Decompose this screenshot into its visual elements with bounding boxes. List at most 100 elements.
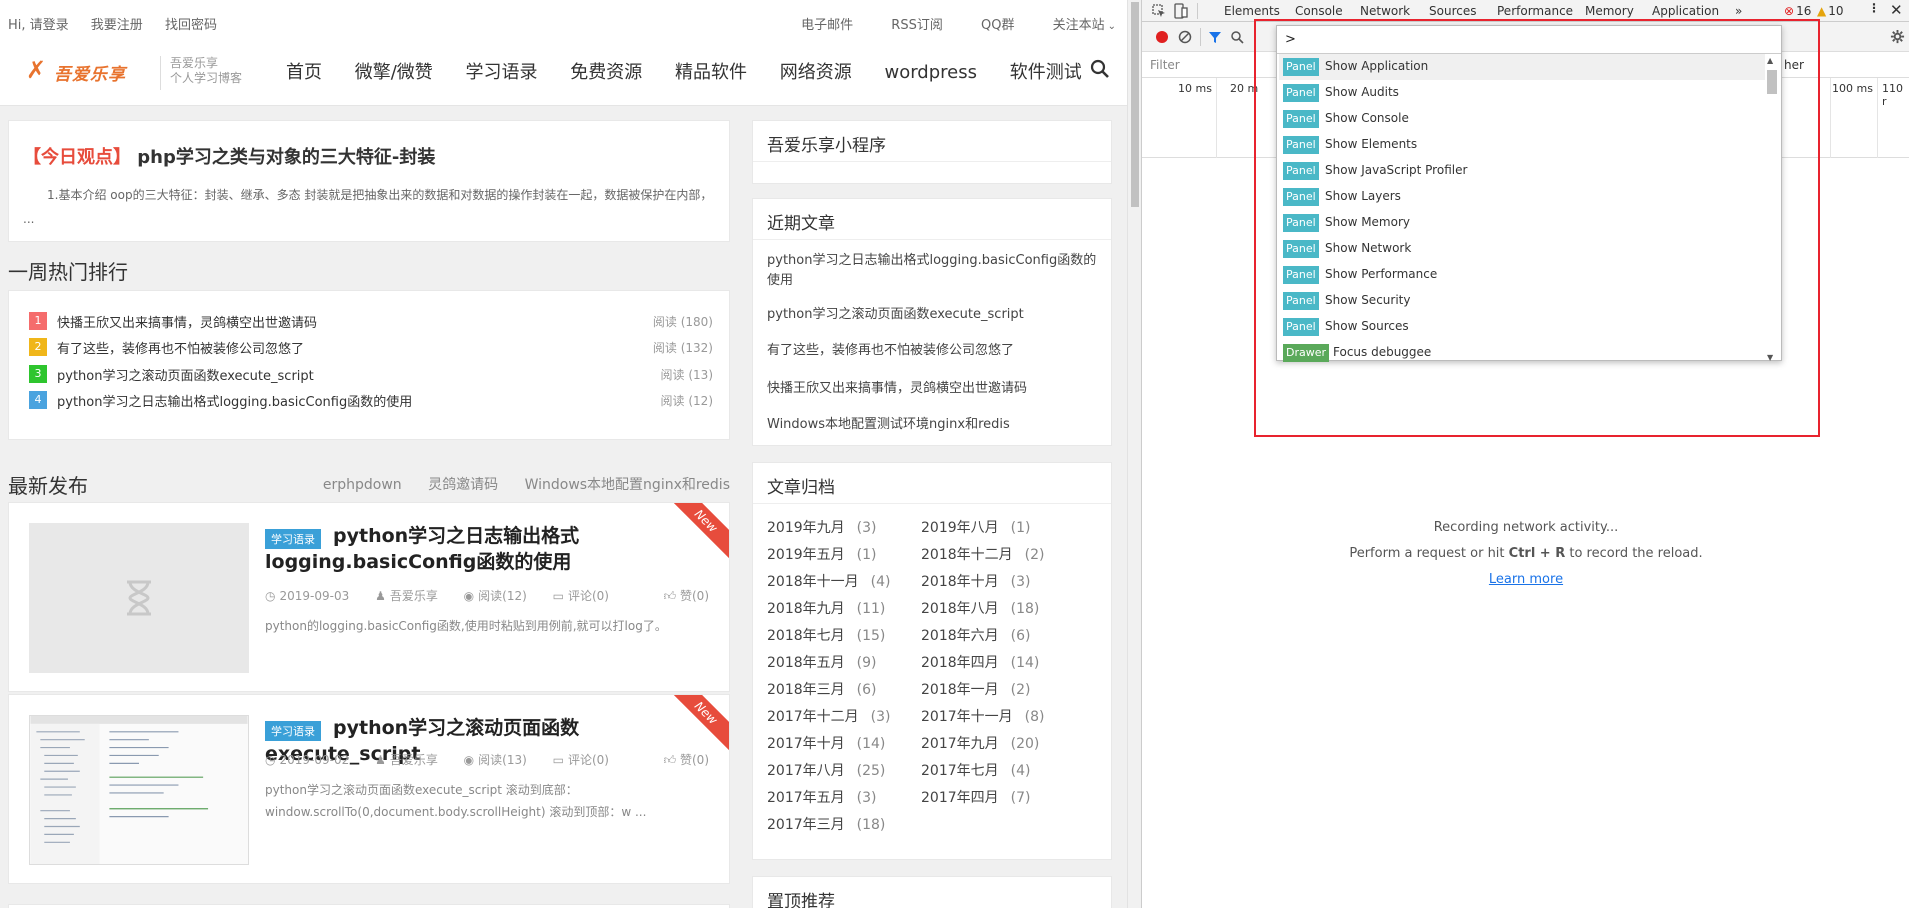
error-count-value: 16	[1796, 4, 1812, 18]
archive-count: (20)	[1010, 736, 1040, 752]
widget-title: 文章归档	[767, 478, 835, 498]
more-tabs-button[interactable]: »	[1735, 4, 1742, 18]
nav-item-wordpress[interactable]: wordpress	[884, 62, 977, 83]
post-category-badge[interactable]: 学习语录	[265, 721, 321, 741]
recent-post-link[interactable]: Windows本地配置测试环境nginx和redis	[767, 415, 1099, 435]
recent-post-link[interactable]: python学习之滚动页面函数execute_script	[767, 305, 1099, 325]
nav-item-software[interactable]: 精品软件	[675, 62, 747, 83]
archive-item[interactable]: 2018年十一月 (4)	[767, 571, 890, 591]
archive-item[interactable]: 2018年五月 (9)	[767, 652, 876, 672]
archive-item[interactable]: 2019年九月 (3)	[767, 517, 876, 537]
rss-link[interactable]: RSS订阅	[891, 18, 943, 33]
archive-item[interactable]: 2018年十月 (3)	[921, 571, 1030, 591]
tab-console[interactable]: Console	[1295, 4, 1343, 18]
post-author[interactable]: 吾爱乐享	[390, 589, 438, 603]
archive-item[interactable]: 2018年八月 (18)	[921, 598, 1039, 618]
list-item[interactable]: 2 有了这些，装修再也不怕被装修公司忽悠了 阅读 (132)	[29, 337, 713, 357]
tab-sources[interactable]: Sources	[1429, 4, 1476, 18]
filter-input[interactable]: Filter	[1150, 58, 1180, 72]
archive-count: (3)	[870, 709, 891, 725]
like-button[interactable]: 👍︎ 赞(0)	[664, 751, 709, 768]
tab-performance[interactable]: Performance	[1497, 4, 1573, 18]
archive-month: 2017年三月	[767, 817, 845, 833]
tab-network[interactable]: Network	[1360, 4, 1410, 18]
recent-post-link[interactable]: 快播王欣又出来搞事情，灵鸽横空出世邀请码	[767, 379, 1099, 399]
archive-item[interactable]: 2018年十二月 (2)	[921, 544, 1044, 564]
archive-item[interactable]: 2018年一月 (2)	[921, 679, 1030, 699]
tag-link[interactable]: Windows本地配置nginx和redis	[525, 477, 730, 493]
search-icon[interactable]	[1230, 30, 1244, 44]
archive-item[interactable]: 2017年十二月 (3)	[767, 706, 890, 726]
email-link[interactable]: 电子邮件	[801, 18, 853, 33]
like-button[interactable]: 👍︎ 赞(0)	[664, 587, 709, 604]
archive-item[interactable]: 2018年三月 (6)	[767, 679, 876, 699]
tab-memory[interactable]: Memory	[1585, 4, 1634, 18]
error-count[interactable]: ⊗ 16	[1784, 4, 1811, 18]
archive-item[interactable]: 2018年七月 (15)	[767, 625, 885, 645]
post-thumbnail[interactable]	[29, 715, 249, 865]
archive-widget: 文章归档 2019年九月 (3) 2019年八月 (1) 2019年五月 (1) 2018年…	[752, 462, 1112, 860]
tab-elements[interactable]: Elements	[1224, 4, 1280, 18]
tag-link[interactable]: 灵鸽邀请码	[428, 477, 498, 493]
search-icon[interactable]	[1090, 59, 1110, 79]
archive-month: 2018年六月	[921, 628, 999, 644]
page-scrollbar[interactable]	[1127, 0, 1140, 908]
post-thumbnail[interactable]	[29, 523, 249, 673]
archive-item[interactable]: 2017年十月 (14)	[767, 733, 885, 753]
nav-item-quotes[interactable]: 学习语录	[466, 62, 538, 83]
gear-icon[interactable]	[1890, 29, 1905, 44]
register-link[interactable]: 我要注册	[91, 18, 143, 33]
close-icon[interactable]: ✕	[1890, 1, 1903, 19]
recent-post-link[interactable]: python学习之日志输出格式logging.basicConfig函数的使用	[767, 251, 1099, 291]
archive-item[interactable]: 2017年七月 (4)	[921, 760, 1030, 780]
archive-item[interactable]: 2018年六月 (6)	[921, 625, 1030, 645]
archive-item[interactable]: 2017年五月 (3)	[767, 787, 876, 807]
post-comments[interactable]: 评论(0)	[568, 589, 609, 603]
today-view-heading[interactable]: 【今日观点】 php学习之类与对象的三大特征-封装	[23, 143, 435, 169]
device-toolbar-icon[interactable]	[1174, 3, 1188, 19]
inspect-element-icon[interactable]	[1152, 4, 1166, 18]
archive-month: 2018年四月	[921, 655, 999, 671]
archive-item[interactable]: 2018年四月 (14)	[921, 652, 1039, 672]
post-excerpt: python的logging.basicConfig函数,使用时粘贴到用例前,就…	[265, 619, 667, 633]
archive-item[interactable]: 2017年四月 (7)	[921, 787, 1030, 807]
post-title[interactable]: python学习之日志输出格式logging.basicConfig函数的使用	[265, 523, 705, 575]
archive-item[interactable]: 2017年九月 (20)	[921, 733, 1039, 753]
nav-item-testing[interactable]: 软件测试	[1010, 62, 1082, 83]
warning-count[interactable]: ▲ 10	[1817, 4, 1844, 18]
login-link[interactable]: Hi, 请登录	[8, 18, 69, 33]
list-item[interactable]: 3 python学习之滚动页面函数execute_script 阅读 (13)	[29, 364, 713, 384]
list-item[interactable]: 1 快播王欣又出来搞事情，灵鸽横空出世邀请码 阅读 (180)	[29, 311, 713, 331]
kebab-menu-icon[interactable]: ⋮	[1868, 1, 1880, 15]
archive-item[interactable]: 2019年五月 (1)	[767, 544, 876, 564]
archive-month: 2018年十月	[921, 574, 999, 590]
slogan-line-2: 个人学习博客	[170, 71, 243, 85]
learn-more-link[interactable]: Learn more	[1142, 572, 1909, 587]
post-comments[interactable]: 评论(0)	[568, 753, 609, 767]
archive-month: 2017年十月	[767, 736, 845, 752]
post-category-badge[interactable]: 学习语录	[265, 529, 321, 549]
follow-link[interactable]: 关注本站 ⌄	[1053, 18, 1116, 33]
archive-item[interactable]: 2017年八月 (25)	[767, 760, 885, 780]
nav-item-free[interactable]: 免费资源	[570, 62, 642, 83]
site-logo[interactable]: ✗ 吾爱乐享	[26, 54, 156, 90]
archive-item[interactable]: 2017年三月 (18)	[767, 814, 885, 834]
archive-item[interactable]: 2018年九月 (11)	[767, 598, 885, 618]
tag-link[interactable]: erphpdown	[323, 477, 402, 493]
filter-icon[interactable]	[1208, 30, 1222, 44]
nav-item-weiqing[interactable]: 微擎/微赞	[355, 62, 433, 83]
qq-group-link[interactable]: QQ群	[981, 18, 1014, 33]
record-icon[interactable]	[1156, 31, 1168, 43]
recover-password-link[interactable]: 找回密码	[165, 18, 217, 33]
empty-line-1: Recording network activity...	[1433, 520, 1619, 535]
archive-item[interactable]: 2019年八月 (1)	[921, 517, 1030, 537]
scrollbar-thumb[interactable]	[1131, 2, 1139, 207]
nav-item-network[interactable]: 网络资源	[780, 62, 852, 83]
recent-post-link[interactable]: 有了这些，装修再也不怕被装修公司忽悠了	[767, 341, 1099, 361]
clear-icon[interactable]	[1178, 30, 1192, 44]
post-author[interactable]: 吾爱乐享	[390, 753, 438, 767]
nav-item-home[interactable]: 首页	[286, 62, 322, 83]
list-item[interactable]: 4 python学习之日志输出格式logging.basicConfig函数的使…	[29, 390, 713, 410]
archive-item[interactable]: 2017年十一月 (8)	[921, 706, 1044, 726]
tab-application[interactable]: Application	[1652, 4, 1719, 18]
